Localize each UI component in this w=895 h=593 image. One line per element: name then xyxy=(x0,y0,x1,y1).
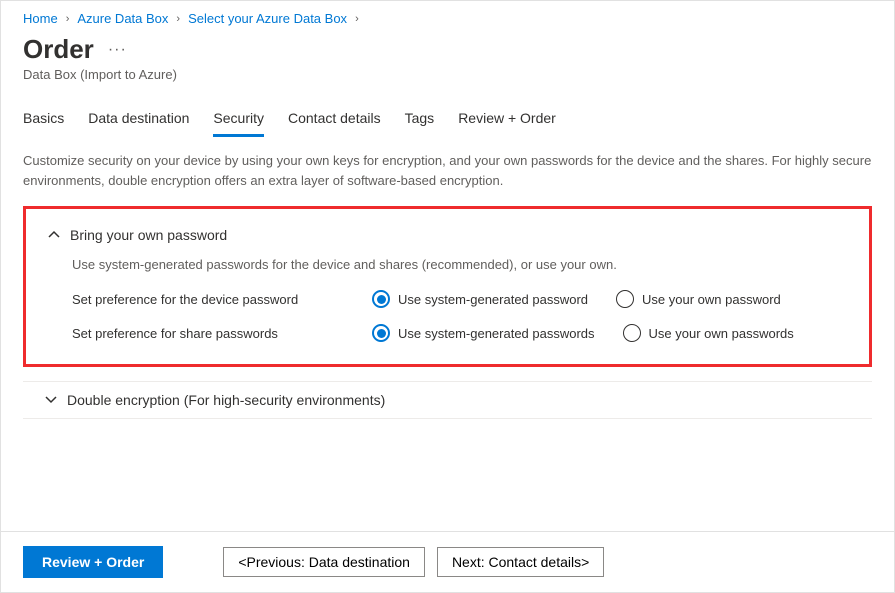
radio-label: Use system-generated passwords xyxy=(398,326,595,341)
accordion-header-double-encryption[interactable]: Double encryption (For high-security env… xyxy=(23,381,872,419)
footer: Review + Order <Previous: Data destinati… xyxy=(1,531,894,592)
accordion-header-password[interactable]: Bring your own password xyxy=(48,227,847,243)
tab-contact-details[interactable]: Contact details xyxy=(288,104,381,137)
tab-security[interactable]: Security xyxy=(213,104,264,137)
page-title: Order xyxy=(23,34,94,65)
chevron-down-icon xyxy=(45,392,57,408)
review-order-button[interactable]: Review + Order xyxy=(23,546,163,578)
breadcrumb: Home › Azure Data Box › Select your Azur… xyxy=(23,9,872,32)
chevron-right-icon: › xyxy=(66,13,70,25)
next-button[interactable]: Next: Contact details> xyxy=(437,547,604,577)
tab-data-destination[interactable]: Data destination xyxy=(88,104,189,137)
radio-label: Use your own passwords xyxy=(649,326,794,341)
breadcrumb-link-azure-data-box[interactable]: Azure Data Box xyxy=(77,11,168,26)
chevron-right-icon: › xyxy=(355,13,359,25)
radio-label: Use your own password xyxy=(642,292,781,307)
chevron-up-icon xyxy=(48,229,60,241)
more-icon[interactable]: ··· xyxy=(108,41,127,59)
radio-label: Use system-generated password xyxy=(398,292,588,307)
radio-device-own-password[interactable]: Use your own password xyxy=(616,290,781,308)
radio-device-system-generated[interactable]: Use system-generated password xyxy=(372,290,588,308)
device-password-label: Set preference for the device password xyxy=(72,292,372,307)
breadcrumb-link-select-data-box[interactable]: Select your Azure Data Box xyxy=(188,11,347,26)
password-section-description: Use system-generated passwords for the d… xyxy=(72,257,847,272)
radio-share-own-password[interactable]: Use your own passwords xyxy=(623,324,794,342)
tabs: Basics Data destination Security Contact… xyxy=(23,104,872,137)
share-password-row: Set preference for share passwords Use s… xyxy=(72,324,847,342)
share-password-label: Set preference for share passwords xyxy=(72,326,372,341)
tab-tags[interactable]: Tags xyxy=(405,104,435,137)
page-subtitle: Data Box (Import to Azure) xyxy=(23,67,872,82)
previous-button[interactable]: <Previous: Data destination xyxy=(223,547,425,577)
radio-share-system-generated[interactable]: Use system-generated passwords xyxy=(372,324,595,342)
tab-review-order[interactable]: Review + Order xyxy=(458,104,556,137)
intro-text: Customize security on your device by usi… xyxy=(23,151,872,190)
bring-your-own-password-section: Bring your own password Use system-gener… xyxy=(23,206,872,367)
chevron-right-icon: › xyxy=(176,13,180,25)
accordion-title-double-encryption: Double encryption (For high-security env… xyxy=(67,392,385,408)
tab-basics[interactable]: Basics xyxy=(23,104,64,137)
accordion-title-password: Bring your own password xyxy=(70,227,227,243)
device-password-row: Set preference for the device password U… xyxy=(72,290,847,308)
breadcrumb-link-home[interactable]: Home xyxy=(23,11,58,26)
